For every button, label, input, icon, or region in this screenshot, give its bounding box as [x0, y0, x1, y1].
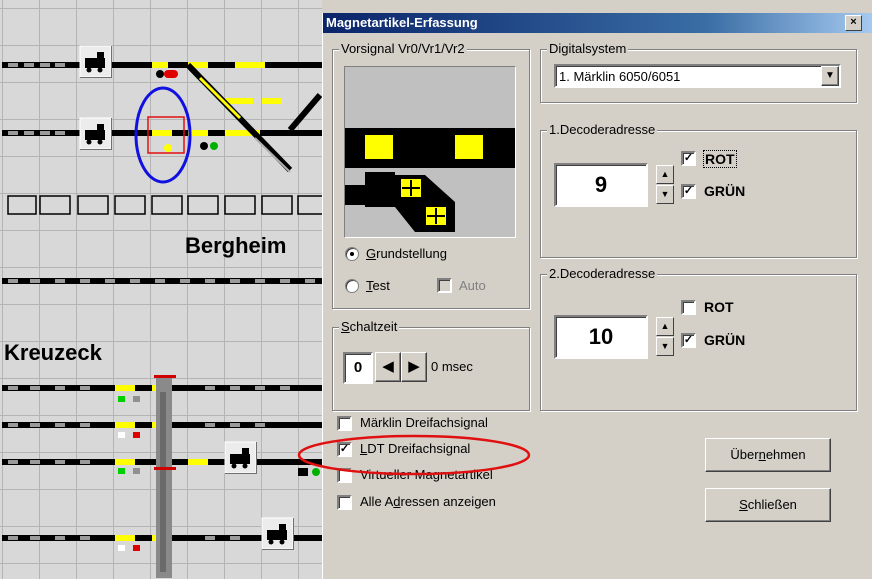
arrow-right-icon[interactable]: ▶	[401, 352, 427, 382]
radio-grundstellung-label[interactable]: Grundstellung	[366, 246, 447, 261]
alle-adressen-checkbox[interactable]	[337, 495, 352, 510]
decoder2-gruen-checkbox[interactable]: ✓	[681, 333, 696, 348]
signal-preview	[344, 66, 516, 238]
decoder1-rot-checkbox[interactable]: ✓	[681, 151, 696, 166]
ldt-dreifach-label[interactable]: LDT Dreifachsignal	[360, 441, 470, 456]
decoder2-address-input[interactable]: 10	[554, 315, 648, 359]
maerklin-dreifach-checkbox[interactable]	[337, 416, 352, 431]
decoder2-down-icon[interactable]: ▼	[656, 337, 674, 356]
decoder1-address-input[interactable]: 9	[554, 163, 648, 207]
schaltzeit-unit: 0 msec	[431, 359, 473, 374]
radio-test[interactable]	[345, 279, 359, 293]
decoder1-down-icon[interactable]: ▼	[656, 185, 674, 204]
auto-checkbox[interactable]	[437, 278, 452, 293]
decoder2-rot-label[interactable]: ROT	[704, 299, 734, 315]
title-bar[interactable]: Magnetartikel-Erfassung ×	[323, 13, 872, 33]
radio-grundstellung[interactable]	[345, 247, 359, 261]
radio-test-label[interactable]: Test	[366, 278, 390, 293]
decoder1-up-icon[interactable]: ▲	[656, 165, 674, 184]
schliessen-button[interactable]: Schließen	[705, 488, 831, 522]
decoder1-gruen-checkbox[interactable]: ✓	[681, 184, 696, 199]
vorsignal-icon	[345, 128, 515, 232]
uebernehmen-button[interactable]: Übernehmen	[705, 438, 831, 472]
decoder1-rot-label[interactable]: ROT	[703, 150, 737, 168]
track-plan[interactable]: Bergheim Kreuzeck	[0, 0, 322, 579]
station-label-kreuzeck: Kreuzeck	[4, 340, 102, 365]
magnetartikel-dialog: Magnetartikel-Erfassung × Vorsignal Vr0/…	[322, 13, 872, 579]
digitalsystem-select[interactable]: 1. Märklin 6050/6051 ▼	[554, 64, 841, 88]
decoder2-legend: 2.Decoderadresse	[547, 266, 658, 281]
loco-tiles	[79, 45, 294, 550]
decoder1-gruen-label[interactable]: GRÜN	[704, 183, 745, 199]
track-plan-canvas	[2, 45, 322, 578]
virtueller-label[interactable]: Virtueller Magnetartikel	[360, 467, 493, 482]
station-label-bergheim: Bergheim	[185, 233, 287, 258]
alle-adressen-label[interactable]: Alle Adressen anzeigen	[360, 494, 496, 509]
decoder2-group: 2.Decoderadresse 10 ▲ ▼ ROT ✓ GRÜN	[540, 266, 857, 411]
vorsignal-legend: Vorsignal Vr0/Vr1/Vr2	[339, 41, 467, 56]
decoder2-up-icon[interactable]: ▲	[656, 317, 674, 336]
digitalsystem-selected: 1. Märklin 6050/6051	[559, 69, 681, 84]
dialog-title: Magnetartikel-Erfassung	[326, 15, 478, 30]
track-rows	[2, 62, 322, 578]
ldt-dreifach-checkbox[interactable]: ✓	[337, 442, 352, 457]
digitalsystem-group: Digitalsystem 1. Märklin 6050/6051 ▼	[540, 41, 857, 103]
digitalsystem-legend: Digitalsystem	[547, 41, 629, 56]
schaltzeit-legend: Schaltzeit	[339, 319, 400, 334]
schaltzeit-group: Schaltzeit 0 ◀ ▶ 0 msec	[332, 319, 530, 411]
decoder1-group: 1.Decoderadresse 9 ▲ ▼ ✓ ROT ✓ GRÜN	[540, 122, 857, 258]
vorsignal-group: Vorsignal Vr0/Vr1/Vr2 Grundstellung Test…	[332, 41, 530, 309]
arrow-left-icon[interactable]: ◀	[375, 352, 401, 382]
virtueller-checkbox[interactable]	[337, 468, 352, 483]
schaltzeit-value[interactable]: 0	[343, 352, 373, 384]
auto-label: Auto	[459, 278, 486, 293]
chevron-down-icon[interactable]: ▼	[821, 66, 839, 86]
close-icon[interactable]: ×	[845, 15, 862, 31]
maerklin-dreifach-label[interactable]: Märklin Dreifachsignal	[360, 415, 488, 430]
decoder2-gruen-label[interactable]: GRÜN	[704, 332, 745, 348]
decoder2-rot-checkbox[interactable]	[681, 300, 696, 315]
decoder1-legend: 1.Decoderadresse	[547, 122, 658, 137]
